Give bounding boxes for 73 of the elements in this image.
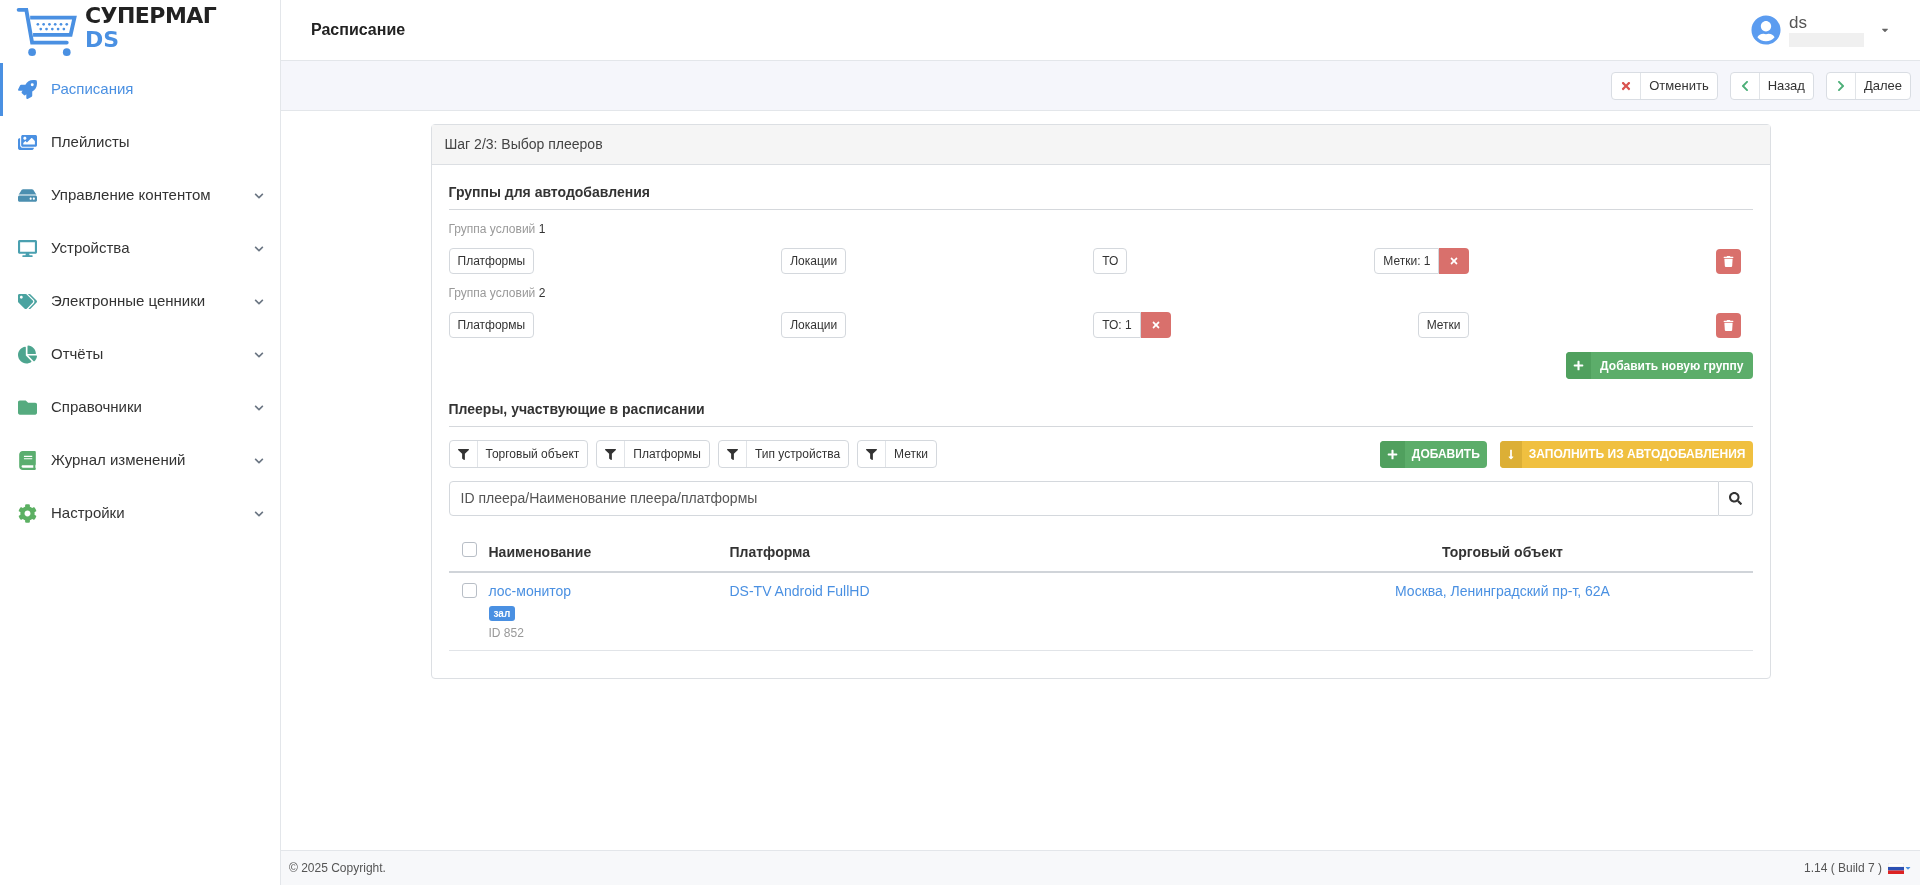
close-icon xyxy=(1620,79,1633,92)
filter-icon xyxy=(457,448,469,460)
player-id: ID 852 xyxy=(488,625,524,642)
sidebar-item[interactable]: Журнал изменений xyxy=(0,434,280,487)
clear-filter-button[interactable] xyxy=(1439,248,1470,274)
close-icon xyxy=(1449,256,1460,266)
trash-icon xyxy=(1723,255,1735,267)
search-icon xyxy=(1728,492,1742,505)
filter-button[interactable]: Локации xyxy=(781,248,847,274)
caret-icon xyxy=(1904,864,1912,872)
column-header: Платформа xyxy=(729,534,1253,572)
filter-button[interactable]: Торговый объект xyxy=(448,440,589,468)
search-button[interactable] xyxy=(1718,481,1753,516)
close-icon xyxy=(1150,320,1161,330)
filter-icon xyxy=(866,448,878,460)
toolbar-button[interactable]: Назад xyxy=(1729,71,1814,100)
filter-icon xyxy=(605,448,617,460)
section-heading: Группы для автодобавления xyxy=(448,182,1753,210)
filter-button[interactable]: Метки xyxy=(857,440,937,468)
version-text: 1.14 ( Build 7 ) xyxy=(1803,860,1882,877)
sidebar-item[interactable]: Настройки xyxy=(0,487,280,540)
pie-chart-icon xyxy=(18,345,37,364)
checkbox[interactable] xyxy=(461,583,477,598)
filter-button[interactable]: Платформы xyxy=(596,440,710,468)
logo-title: СУПЕРМАГ xyxy=(85,3,217,28)
search-field[interactable]: ID плеера/Наименование плеера/платформы xyxy=(448,481,1719,516)
filter-button[interactable]: Платформы xyxy=(448,312,535,338)
clear-filter-button[interactable] xyxy=(1140,312,1171,338)
filter-button[interactable]: Локации xyxy=(781,312,847,338)
plus-icon xyxy=(1386,448,1398,460)
sidebar-item[interactable]: Устройства xyxy=(0,222,280,275)
logo-subtitle: DS xyxy=(85,27,121,52)
user-menu[interactable]: ds xyxy=(1751,13,1890,47)
delete-group-button[interactable] xyxy=(1716,312,1742,338)
tags-icon xyxy=(18,292,37,311)
folder-icon xyxy=(18,398,37,417)
book-icon xyxy=(18,451,37,470)
filter-button[interactable]: Метки xyxy=(1417,312,1470,338)
settings-icon xyxy=(18,504,37,523)
tag-label: зал xyxy=(488,606,516,621)
group-caption: Группа условий 2 xyxy=(448,285,547,302)
filter-button[interactable]: Тип устройства xyxy=(717,440,850,468)
filter-button[interactable]: Платформы xyxy=(448,248,535,274)
plus-icon xyxy=(1573,360,1585,371)
trash-icon xyxy=(1723,319,1735,331)
group-caption: Группа условий 1 xyxy=(448,221,547,238)
sidebar-item[interactable]: Управление контентом xyxy=(0,169,280,222)
sidebar-item[interactable]: Отчёты xyxy=(0,328,280,381)
user-avatar-icon xyxy=(1751,15,1781,45)
drive-icon xyxy=(18,186,37,205)
cart-logo-icon xyxy=(16,5,79,58)
filter-icon xyxy=(726,448,738,460)
section-heading: Плееры, участвующие в расписании xyxy=(448,399,1753,427)
flag-icon[interactable] xyxy=(1888,862,1904,874)
page-title: Расписание xyxy=(311,20,407,40)
checkbox[interactable] xyxy=(461,542,477,557)
card-title: Шаг 2/3: Выбор плееров xyxy=(444,135,603,154)
images-icon xyxy=(18,133,37,152)
user-name: ds xyxy=(1789,13,1808,33)
copyright-text: © 2025 Copyright. xyxy=(289,860,387,877)
filter-button[interactable]: ТО: 1 xyxy=(1093,312,1141,338)
column-header: Наименование xyxy=(488,534,730,572)
toolbar-button[interactable]: Отменить xyxy=(1611,71,1718,100)
sidebar-item[interactable]: Плейлисты xyxy=(0,116,280,169)
column-header: Торговый объект xyxy=(1252,534,1753,572)
sidebar-item[interactable]: Электронные ценники xyxy=(0,275,280,328)
delete-group-button[interactable] xyxy=(1716,248,1742,274)
filter-button[interactable]: ТО xyxy=(1093,248,1128,274)
toolbar-button[interactable]: Далее xyxy=(1825,71,1911,100)
sidebar-item[interactable]: Справочники xyxy=(0,381,280,434)
monitor-icon xyxy=(18,239,37,258)
rocket-icon xyxy=(18,80,37,99)
filter-button[interactable]: Метки: 1 xyxy=(1374,248,1440,274)
